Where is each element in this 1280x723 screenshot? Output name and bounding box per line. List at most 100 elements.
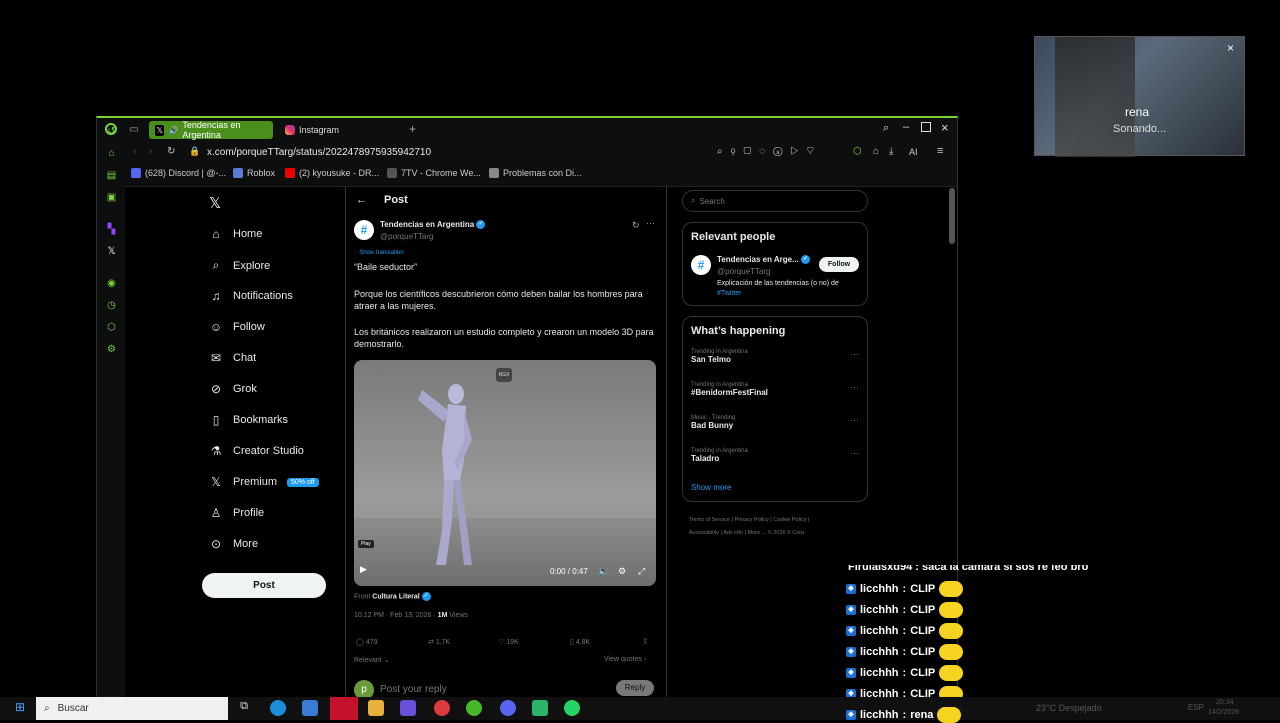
from-source[interactable]: Cultura Literal — [372, 593, 419, 600]
nav-bookmarks[interactable]: ▯ Bookmarks — [209, 413, 288, 427]
tab-instagram[interactable]: Instagram — [279, 121, 389, 139]
nav-chat[interactable]: ✉ Chat — [209, 351, 256, 365]
author-row[interactable]: Tendencias en Argentina ✓ — [380, 220, 486, 230]
url-field[interactable]: x.com/porqueTTarg/status/202247897593594… — [207, 147, 431, 158]
extension-icons[interactable]: ⌕⚲▢◌ⓐ▷♡ — [717, 146, 822, 157]
windows-start-icon[interactable]: ⊞ — [12, 700, 28, 716]
x-icon[interactable]: 𝕏 — [106, 246, 117, 257]
download-icon[interactable]: ⤓ — [889, 146, 893, 157]
trend-item[interactable]: Trending in Argentina #BenidormFestFinal — [691, 382, 861, 397]
post-button[interactable]: Post — [202, 573, 326, 598]
grok-icon[interactable]: ↻ — [632, 220, 640, 231]
clock-time[interactable]: 20:34 — [1216, 699, 1234, 706]
reply-input[interactable]: Post your reply — [380, 684, 447, 695]
person-bio-tag[interactable]: #Twitter — [717, 290, 742, 297]
scrollbar[interactable] — [949, 188, 955, 244]
folder-icon[interactable] — [368, 700, 384, 716]
app-icon-active[interactable] — [330, 697, 358, 720]
nav-premium[interactable]: 𝕏 Premium 50% off — [209, 475, 319, 489]
play-icon[interactable]: ▶ — [360, 564, 367, 575]
back-icon[interactable]: ‹ — [133, 146, 136, 157]
nav-grok[interactable]: ⊘ Grok — [209, 382, 257, 396]
ai-button[interactable]: AI — [909, 147, 918, 157]
video-player[interactable]: RGX Play ▶ 0:00 / 0:47 🔈 ⚙ ⤢ — [354, 360, 656, 586]
clock-date[interactable]: 14/2/2026 — [1208, 709, 1239, 716]
view-quotes-link[interactable]: View quotes › — [604, 656, 646, 663]
maximize-button[interactable] — [921, 122, 931, 132]
forward-icon[interactable]: › — [149, 146, 152, 157]
show-translation-link[interactable]: ◌ Show translation — [354, 250, 404, 256]
nav-explore[interactable]: ⌕ Explore — [209, 258, 271, 273]
more-options-icon[interactable]: ··· — [850, 382, 859, 392]
bookmark-youtube[interactable]: (2) kyousuke - DR... — [285, 168, 379, 178]
nav-more[interactable]: ⊙ More — [209, 537, 258, 551]
settings-icon[interactable]: ⚙ — [106, 344, 117, 355]
more-options-icon[interactable]: ··· — [850, 415, 859, 425]
task-view-icon[interactable]: ⧉ — [236, 700, 252, 716]
play-circle-icon[interactable]: ◉ — [106, 278, 117, 289]
fullscreen-icon[interactable]: ⤢ — [638, 566, 645, 577]
footer-link[interactable]: More ... — [748, 530, 767, 536]
nav-profile[interactable]: ♙ Profile — [209, 506, 265, 520]
weather-widget[interactable]: 23°C Despejado — [1036, 703, 1102, 713]
share-icon[interactable]: ⇪ — [642, 637, 649, 646]
more-options-icon[interactable]: ··· — [850, 349, 859, 359]
footer-link[interactable]: Terms of Service — [689, 517, 730, 523]
language-indicator[interactable]: ESP — [1188, 703, 1204, 712]
bookmark-roblox[interactable]: Roblox — [233, 168, 275, 178]
search-icon[interactable]: ⌕ — [883, 122, 889, 135]
footer-link[interactable]: Ads info — [723, 530, 743, 536]
nav-creator-studio[interactable]: ⚗ Creator Studio — [209, 444, 304, 458]
footer-link[interactable]: Privacy Policy — [734, 517, 768, 523]
footer-link[interactable]: Accessibility — [689, 530, 719, 536]
new-tab-button[interactable]: + — [409, 122, 416, 136]
reply-stat[interactable]: ◯ 479 — [356, 638, 377, 646]
tab-tendencias[interactable]: 𝕏 🔊 Tendencias en Argentina — [149, 120, 273, 140]
reply-button[interactable]: Reply — [616, 680, 654, 696]
repost-stat[interactable]: ⇄ 1.7K — [428, 638, 450, 646]
bookmark-discord[interactable]: (628) Discord | @-... — [131, 168, 226, 178]
profile-icon[interactable]: ⌂ — [873, 146, 879, 157]
relevant-dropdown[interactable]: Relevant ⌄ — [354, 656, 389, 664]
chrome-icon[interactable] — [434, 700, 450, 716]
minimize-button[interactable]: – — [903, 121, 909, 133]
like-stat[interactable]: ♡ 19K — [498, 638, 519, 646]
twitch-icon[interactable]: ▚ — [106, 224, 117, 235]
nav-notifications[interactable]: ♫ Notifications — [209, 289, 293, 303]
follow-button[interactable]: Follow — [819, 257, 859, 272]
nav-follow[interactable]: ☺ Follow — [209, 320, 265, 334]
footer-link[interactable]: Cookie Policy — [773, 517, 806, 523]
tab-list-icon[interactable]: ▭ — [129, 124, 138, 135]
more-options-icon[interactable]: ··· — [850, 448, 859, 458]
extension-icon[interactable]: ⬡ — [853, 146, 862, 157]
robot-icon[interactable]: ⌂ — [106, 148, 117, 159]
discord-icon[interactable] — [500, 700, 516, 716]
copilot-icon[interactable] — [400, 700, 416, 716]
avatar[interactable]: # — [354, 220, 374, 240]
bookmark-problemas[interactable]: Problemas con Di... — [489, 168, 582, 178]
whatsapp-icon[interactable] — [564, 700, 580, 716]
calculator-icon[interactable] — [302, 700, 318, 716]
bookmark-stat[interactable]: ▯ 4.8K — [570, 638, 590, 646]
close-icon[interactable]: × — [1227, 41, 1234, 55]
player-icon[interactable]: ▤ — [106, 170, 117, 181]
person-name-row[interactable]: Tendencias en Arge... ✓ — [717, 255, 811, 265]
search-input[interactable]: ⌕ Search — [682, 190, 868, 212]
reload-icon[interactable]: ↻ — [167, 146, 175, 157]
more-options-icon[interactable]: ··· — [646, 218, 655, 228]
history-icon[interactable]: ↺ — [106, 126, 117, 137]
menu-icon[interactable]: ≡ — [937, 145, 943, 157]
show-more-link[interactable]: Show more — [691, 483, 731, 492]
nav-home[interactable]: ⌂ Home — [209, 227, 262, 241]
spotify-icon[interactable] — [532, 700, 548, 716]
extensions-icon[interactable]: ⬡ — [106, 322, 117, 333]
bookmark-7tv[interactable]: 7TV - Chrome We... — [387, 168, 481, 178]
close-window-button[interactable]: × — [941, 120, 949, 135]
clock-icon[interactable]: ◷ — [106, 300, 117, 311]
trend-item[interactable]: Music · Trending Bad Bunny — [691, 415, 861, 430]
media-icon[interactable]: ▣ — [106, 192, 117, 203]
volume-icon[interactable]: 🔈 — [598, 566, 609, 577]
person-avatar[interactable]: # — [691, 255, 711, 275]
opera-gx-icon[interactable] — [466, 700, 482, 716]
trend-item[interactable]: Trending in Argentina San Telmo — [691, 349, 861, 364]
